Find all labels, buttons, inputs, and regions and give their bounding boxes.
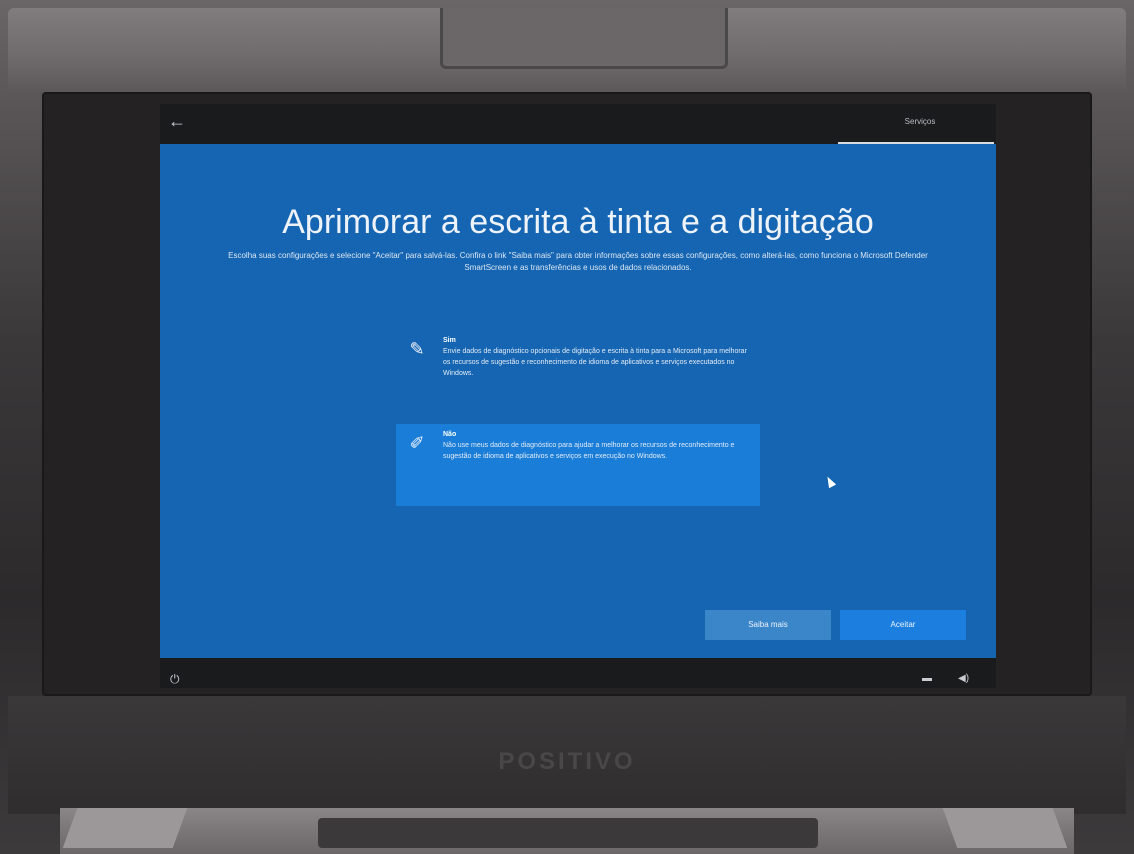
network-icon[interactable]: ▬	[922, 672, 932, 686]
section-label: Serviços	[904, 117, 936, 126]
option-yes-description: Envie dados de diagnóstico opcionais de …	[443, 348, 747, 377]
page-title: Aprimorar a escrita à tinta e a digitaçã…	[282, 203, 874, 241]
brand-logo: POSITIVO	[498, 748, 636, 775]
right-hinge	[942, 808, 1068, 848]
left-hinge	[62, 808, 188, 848]
pen-icon: ✎	[409, 339, 425, 359]
option-yes-title: Sim	[443, 337, 456, 344]
back-arrow-icon[interactable]: ←	[166, 110, 188, 132]
webcam-housing	[440, 8, 728, 69]
option-no[interactable]: ✐ Não Não use meus dados de diagnóstico …	[396, 424, 760, 506]
power-icon[interactable]: ⏻	[170, 672, 180, 686]
option-no-title: Não	[443, 431, 457, 438]
option-yes[interactable]: ✎ Sim Envie dados de diagnóstico opciona…	[396, 330, 760, 414]
pen-off-icon: ✐	[409, 433, 425, 453]
option-no-description: Não use meus dados de diagnóstico para a…	[443, 442, 735, 460]
option-no-text: Não Não use meus dados de diagnóstico pa…	[443, 430, 753, 462]
learn-more-button[interactable]: Saiba mais	[705, 610, 831, 640]
option-yes-text: Sim Envie dados de diagnóstico opcionais…	[443, 336, 753, 379]
keyboard-slot	[318, 818, 818, 848]
page-subtitle: Escolha suas configurações e selecione "…	[228, 251, 928, 272]
volume-icon[interactable]: ◀)	[958, 672, 969, 686]
accept-button[interactable]: Aceitar	[840, 610, 966, 640]
